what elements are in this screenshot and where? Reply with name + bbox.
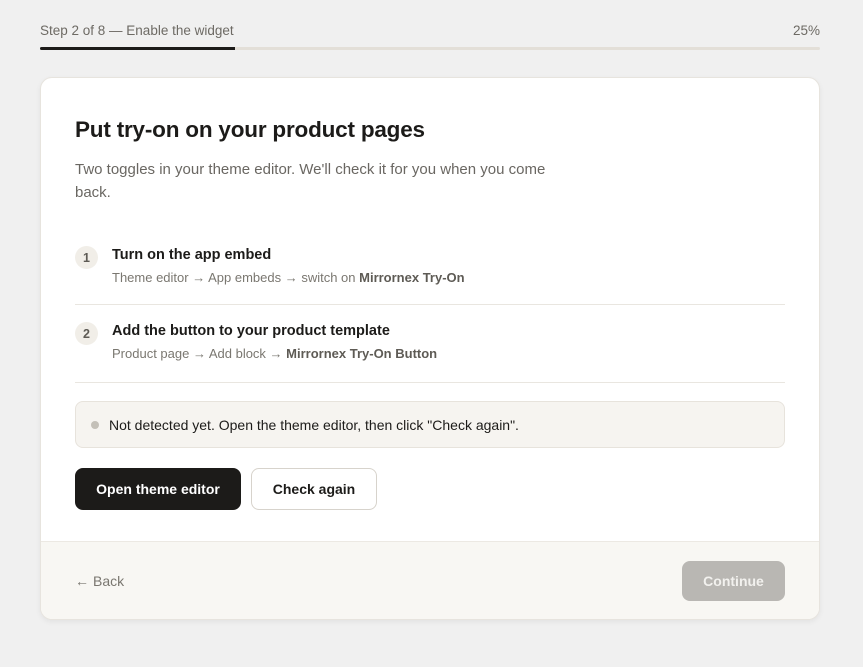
step-text: Add the button to your product template … — [112, 321, 437, 363]
progress-label: Step 2 of 8 — Enable the widget — [40, 22, 234, 38]
back-link[interactable]: ← Back — [75, 573, 124, 589]
step-number-badge: 2 — [75, 322, 98, 345]
step-title: Turn on the app embed — [112, 247, 272, 263]
progress-header: Step 2 of 8 — Enable the widget 25% — [40, 0, 820, 50]
step-item-2: 2 Add the button to your product templat… — [75, 305, 785, 383]
status-dot-icon — [91, 420, 99, 429]
progress-bar-fill — [40, 47, 235, 50]
progress-bar — [40, 47, 820, 50]
step-desc-prefix: Product page → Add block → — [112, 346, 287, 361]
continue-button[interactable]: Continue — [682, 560, 785, 601]
step-desc-strong: Mirrornex Try-On Button — [286, 346, 438, 361]
step-description: Theme editor → App embeds → switch on Mi… — [112, 269, 465, 287]
check-again-button[interactable]: Check again — [251, 468, 377, 510]
step-number-badge: 1 — [75, 246, 98, 269]
step-desc-strong: Mirrornex Try-On — [359, 270, 465, 285]
detection-status-banner: Not detected yet. Open the theme editor,… — [75, 401, 785, 448]
card-body: Put try-on on your product pages Two tog… — [41, 78, 819, 542]
progress-row: Step 2 of 8 — Enable the widget 25% — [40, 19, 820, 41]
step-desc-prefix: Theme editor → App embeds → switch on — [112, 270, 360, 285]
step-description: Product page → Add block → Mirrornex Try… — [112, 345, 437, 363]
back-label: Back — [93, 572, 125, 589]
step-title: Add the button to your product template — [112, 323, 390, 339]
progress-percent: 25% — [792, 22, 820, 38]
arrow-left-icon: ← — [75, 572, 89, 589]
page-title: Put try-on on your product pages — [75, 117, 425, 142]
steps-list: 1 Turn on the app embed Theme editor → A… — [75, 243, 785, 383]
action-buttons: Open theme editor Check again — [75, 468, 785, 510]
card-footer: ← Back Continue — [41, 541, 819, 619]
open-theme-editor-button[interactable]: Open theme editor — [75, 468, 241, 510]
step-item-1: 1 Turn on the app embed Theme editor → A… — [75, 243, 785, 305]
status-text: Not detected yet. Open the theme editor,… — [109, 416, 519, 433]
step-text: Turn on the app embed Theme editor → App… — [112, 245, 465, 287]
page-subtitle: Two toggles in your theme editor. We'll … — [75, 161, 546, 201]
setup-card: Put try-on on your product pages Two tog… — [40, 77, 820, 620]
